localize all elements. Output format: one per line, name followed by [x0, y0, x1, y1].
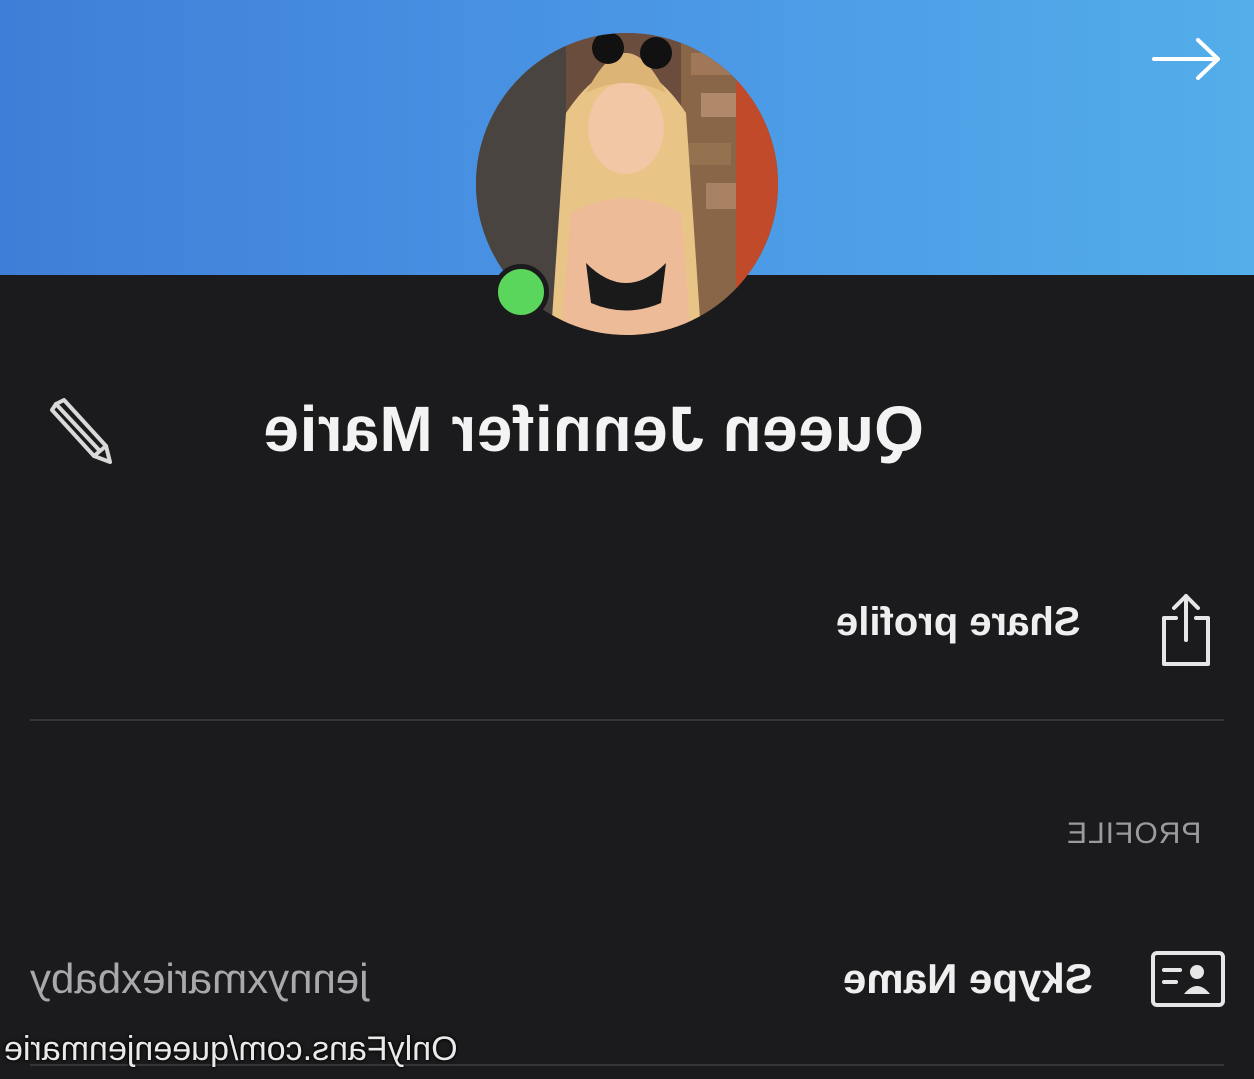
profile-name: Queen Jennifer Marie — [263, 393, 924, 465]
contact-card-icon — [1150, 950, 1226, 1008]
arrow-right-icon[interactable] — [1150, 35, 1224, 83]
pencil-icon[interactable] — [44, 396, 114, 466]
divider — [30, 719, 1224, 721]
watermark-text: OnlyFans.com/queenjenmarie — [4, 1030, 458, 1068]
share-profile-button[interactable]: Share profile — [820, 590, 1220, 670]
share-icon — [1158, 590, 1214, 668]
online-status-indicator — [493, 264, 549, 320]
share-profile-label: Share profile — [836, 600, 1081, 644]
skype-name-value[interactable]: jennyxmariexbaby — [30, 955, 369, 1003]
skype-name-label: Skype Name — [843, 955, 1093, 1002]
profile-name-container: Queen Jennifer Marie — [263, 392, 991, 470]
section-title-profile: PROFILE — [1066, 817, 1202, 850]
